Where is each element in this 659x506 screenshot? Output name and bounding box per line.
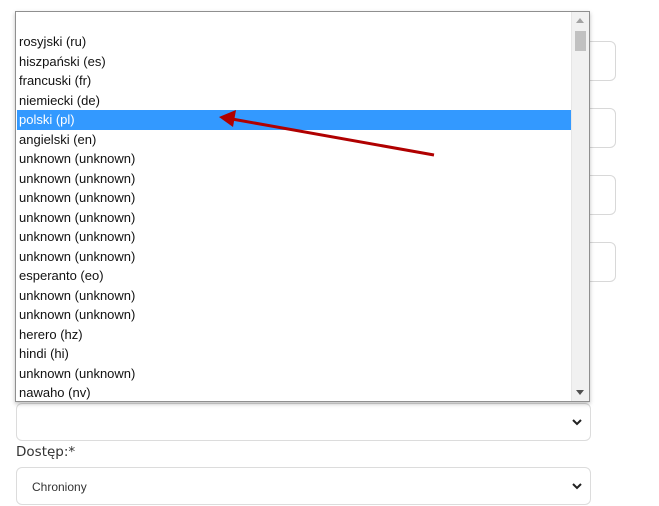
- scroll-down-arrow-icon[interactable]: [576, 390, 584, 395]
- listbox-option[interactable]: angielski (en): [17, 130, 572, 150]
- listbox-option[interactable]: unknown (unknown): [17, 149, 572, 169]
- listbox-option[interactable]: unknown (unknown): [17, 364, 572, 384]
- access-label: Dostęp:*: [16, 444, 76, 460]
- scroll-thumb[interactable]: [575, 31, 586, 51]
- scrollbar[interactable]: [571, 12, 589, 401]
- scroll-up-arrow-icon[interactable]: [576, 18, 584, 23]
- listbox-option[interactable]: polski (pl): [17, 110, 572, 130]
- language-select[interactable]: [16, 403, 591, 441]
- listbox-option[interactable]: unknown (unknown): [17, 208, 572, 228]
- listbox-option[interactable]: unknown (unknown): [17, 227, 572, 247]
- chevron-down-icon: [572, 483, 582, 490]
- access-select-value: Chroniony: [32, 480, 87, 494]
- listbox-option[interactable]: unknown (unknown): [17, 286, 572, 306]
- listbox-option[interactable]: unknown (unknown): [17, 188, 572, 208]
- listbox-option[interactable]: francuski (fr): [17, 71, 572, 91]
- listbox-option[interactable]: hiszpański (es): [17, 52, 572, 72]
- access-select[interactable]: Chroniony: [16, 467, 591, 505]
- listbox-option[interactable]: esperanto (eo): [17, 266, 572, 286]
- listbox-option[interactable]: unknown (unknown): [17, 169, 572, 189]
- listbox-option[interactable]: hindi (hi): [17, 344, 572, 364]
- listbox-option[interactable]: unknown (unknown): [17, 247, 572, 267]
- listbox-option[interactable]: nawaho (nv): [17, 383, 572, 403]
- chevron-down-icon: [572, 419, 582, 426]
- option-list: rosyjski (ru) hiszpański (es) francuski (f…: [17, 32, 572, 403]
- listbox-option[interactable]: unknown (unknown): [17, 305, 572, 325]
- language-listbox[interactable]: rosyjski (ru) hiszpański (es) francuski (f…: [15, 11, 590, 402]
- listbox-option[interactable]: rosyjski (ru): [17, 32, 572, 52]
- listbox-option[interactable]: niemiecki (de): [17, 91, 572, 111]
- listbox-option[interactable]: herero (hz): [17, 325, 572, 345]
